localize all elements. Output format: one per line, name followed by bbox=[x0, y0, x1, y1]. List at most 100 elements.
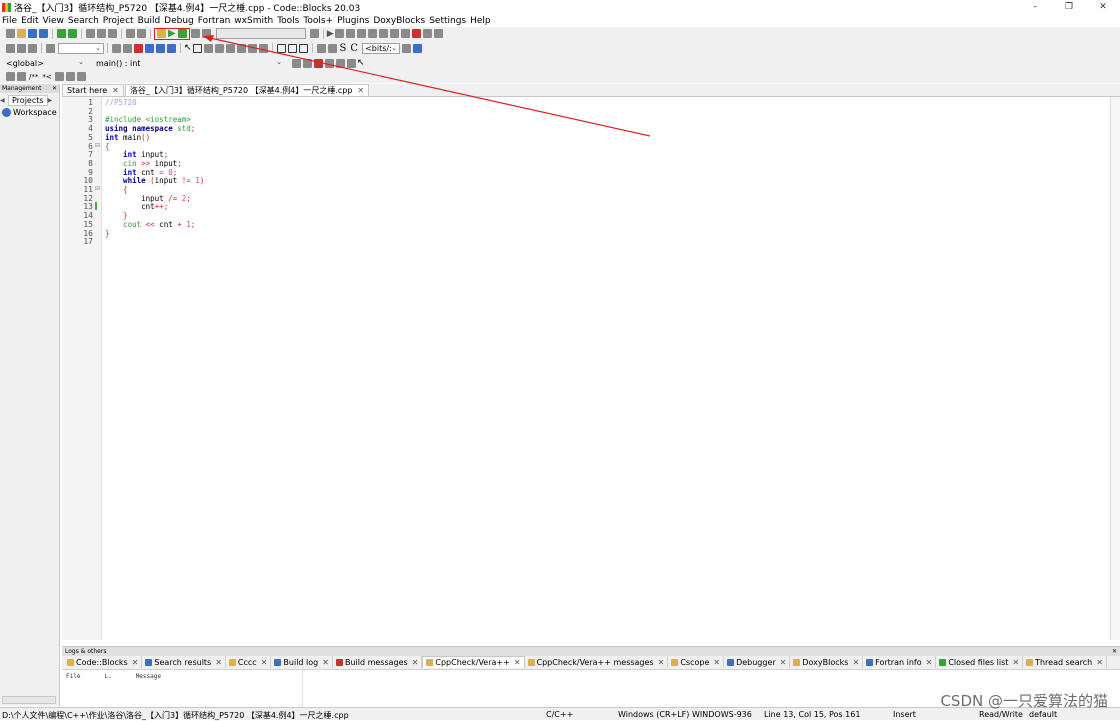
close-icon[interactable]: ✕ bbox=[514, 658, 521, 667]
menu-tools-plus[interactable]: Tools+ bbox=[303, 16, 333, 26]
c-glyph-icon[interactable]: C bbox=[350, 43, 358, 54]
copy-icon[interactable] bbox=[97, 29, 106, 38]
code-line[interactable]: int main() bbox=[105, 133, 150, 142]
open-file-icon[interactable] bbox=[17, 29, 26, 38]
build-target-combo[interactable] bbox=[215, 28, 306, 39]
step-into-icon[interactable] bbox=[356, 29, 366, 38]
function-combo[interactable]: main() : int ⌄ bbox=[88, 57, 284, 69]
include-combo[interactable]: <bits/: ⌄ bbox=[362, 42, 401, 54]
close-icon[interactable]: ✕ bbox=[1096, 658, 1103, 667]
menu-edit[interactable]: Edit bbox=[21, 16, 38, 26]
wx-grid-icon[interactable] bbox=[203, 43, 213, 53]
logs-tab[interactable]: CppCheck/Vera++ ✕ bbox=[422, 656, 525, 668]
code-line[interactable]: int cnt = 0; bbox=[105, 168, 177, 177]
code-editor[interactable]: 1 2 3 4 5 6 ⊟ 7 8 9 10 11 ⊟ 12 13 14 15 16 17 //P5720 #incl… bbox=[62, 97, 1120, 640]
new-file-icon[interactable] bbox=[6, 29, 15, 38]
abort-icon[interactable] bbox=[201, 29, 211, 38]
block-comment-icon[interactable]: /** bbox=[29, 73, 38, 81]
prev-function-icon[interactable] bbox=[292, 58, 301, 68]
open-include-icon[interactable] bbox=[402, 43, 412, 53]
next-function-icon[interactable] bbox=[303, 58, 312, 68]
save-icon[interactable] bbox=[28, 29, 37, 38]
wx-rect-icon[interactable] bbox=[276, 43, 286, 53]
wx-frame-icon[interactable] bbox=[192, 43, 202, 53]
menu-settings[interactable]: Settings bbox=[429, 16, 466, 26]
code-line[interactable]: { bbox=[105, 185, 128, 194]
close-icon[interactable]: ✕ bbox=[357, 86, 364, 95]
menu-view[interactable]: View bbox=[43, 16, 64, 26]
logs-tab[interactable]: Build messages ✕ bbox=[333, 656, 423, 668]
redo-icon[interactable] bbox=[68, 29, 77, 38]
jump-forward-icon[interactable] bbox=[28, 43, 37, 53]
extract-docs-icon[interactable] bbox=[17, 72, 26, 81]
clear-bookmarks-icon[interactable] bbox=[347, 58, 356, 68]
whole-word-icon[interactable] bbox=[156, 43, 165, 53]
wx-table-icon[interactable] bbox=[258, 43, 268, 53]
highlight-icon[interactable] bbox=[134, 43, 143, 53]
code-line[interactable]: cnt++; bbox=[105, 202, 168, 211]
code-line[interactable]: while (input != 1) bbox=[105, 176, 204, 185]
scope-combo[interactable]: <global> ⌄ bbox=[4, 57, 86, 69]
vertical-scrollbar[interactable] bbox=[1110, 97, 1120, 640]
toggle-bookmark-icon[interactable] bbox=[314, 58, 323, 68]
menu-help[interactable]: Help bbox=[470, 16, 491, 26]
tab-start-here[interactable]: Start here ✕ bbox=[62, 84, 124, 96]
doxywizard-icon[interactable] bbox=[6, 72, 15, 81]
close-icon[interactable]: ✕ bbox=[322, 658, 329, 667]
code-line[interactable]: //P5720 bbox=[105, 98, 137, 107]
menu-build[interactable]: Build bbox=[138, 16, 161, 26]
logs-tab[interactable]: Code::Blocks ✕ bbox=[64, 656, 143, 668]
menu-file[interactable]: File bbox=[2, 16, 17, 26]
close-icon[interactable]: ✕ bbox=[780, 658, 787, 667]
replace-icon[interactable] bbox=[137, 29, 146, 38]
wx-list-icon[interactable] bbox=[247, 43, 257, 53]
close-icon[interactable]: ✕ bbox=[1112, 648, 1117, 655]
logs-tab[interactable]: Thread search ✕ bbox=[1023, 656, 1107, 668]
logs-tab[interactable]: Debugger ✕ bbox=[724, 656, 791, 668]
code-line[interactable]: input /= 2; bbox=[105, 194, 191, 203]
line-comment-icon[interactable]: *< bbox=[42, 73, 51, 81]
close-icon[interactable]: ✕ bbox=[713, 658, 720, 667]
step-into-instruction-icon[interactable] bbox=[389, 29, 399, 38]
wx-box-icon[interactable] bbox=[236, 43, 246, 53]
code-line[interactable]: int input; bbox=[105, 150, 168, 159]
code-line[interactable]: using namespace std; bbox=[105, 124, 195, 133]
match-case-icon[interactable] bbox=[145, 43, 154, 53]
step-out-icon[interactable] bbox=[367, 29, 377, 38]
logs-tab[interactable]: CppCheck/Vera++ messages ✕ bbox=[525, 656, 669, 668]
logs-tab[interactable]: Cccc ✕ bbox=[226, 656, 272, 668]
next-line-icon[interactable] bbox=[345, 29, 355, 38]
debug-continue-icon[interactable]: ▶ bbox=[327, 29, 334, 39]
build-icon[interactable] bbox=[157, 29, 166, 38]
code-line[interactable]: { bbox=[105, 142, 110, 151]
menu-wxsmith[interactable]: wxSmith bbox=[234, 16, 273, 26]
zoom-out-icon[interactable] bbox=[327, 43, 337, 53]
chevron-right-icon[interactable]: ▶ bbox=[48, 97, 54, 104]
next-bookmark-icon[interactable] bbox=[336, 58, 345, 68]
save-all-icon[interactable] bbox=[39, 29, 48, 38]
paste-icon[interactable] bbox=[108, 29, 117, 38]
column-file[interactable]: File bbox=[66, 673, 80, 680]
workspace-tree-root[interactable]: Workspace bbox=[2, 108, 59, 117]
show-target-icon[interactable] bbox=[309, 29, 319, 38]
menu-plugins[interactable]: Plugins bbox=[337, 16, 369, 26]
next-instruction-icon[interactable] bbox=[378, 29, 388, 38]
wx-sizer-icon[interactable] bbox=[225, 43, 235, 53]
menu-search[interactable]: Search bbox=[68, 16, 99, 26]
cursor-tool-icon[interactable]: ↖ bbox=[357, 58, 365, 68]
select-cursor-icon[interactable]: ↖ bbox=[184, 43, 192, 53]
preferences-icon[interactable] bbox=[76, 72, 86, 81]
close-icon[interactable]: ✕ bbox=[132, 658, 139, 667]
find-icon[interactable] bbox=[126, 29, 135, 38]
jump-back-icon[interactable] bbox=[6, 43, 15, 53]
chm-docs-icon[interactable] bbox=[65, 72, 75, 81]
s-glyph-icon[interactable]: S bbox=[340, 43, 347, 54]
build-and-run-icon[interactable] bbox=[177, 29, 187, 38]
wx-rect3-icon[interactable] bbox=[298, 43, 308, 53]
regex-icon[interactable] bbox=[167, 43, 176, 53]
menu-tools[interactable]: Tools bbox=[277, 16, 299, 26]
close-icon[interactable]: ✕ bbox=[852, 658, 859, 667]
bookmark-icon[interactable] bbox=[17, 43, 26, 53]
run-icon[interactable]: ▶ bbox=[168, 29, 176, 39]
run-to-cursor-icon[interactable] bbox=[334, 29, 344, 38]
